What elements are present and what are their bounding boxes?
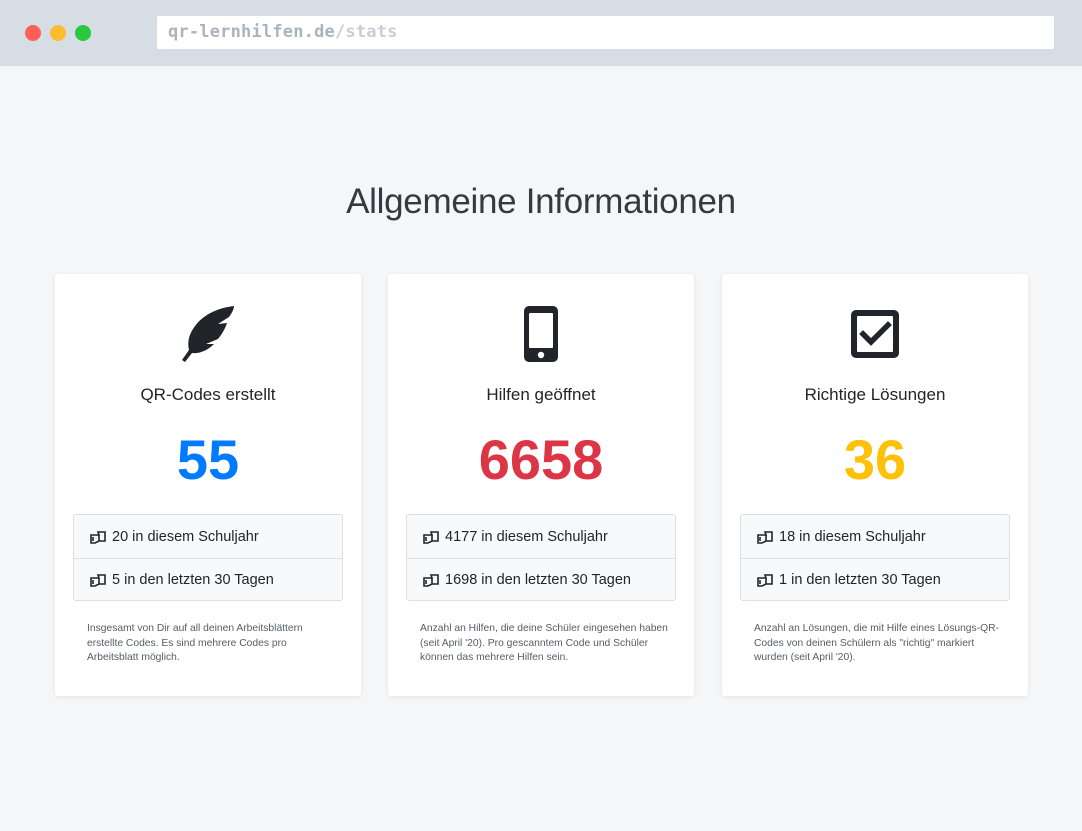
card-title: Richtige Lösungen [804, 385, 946, 404]
address-bar[interactable]: qr-lernhilfen.de/stats [157, 16, 1054, 49]
list-item: 4177 in diesem Schuljahr [407, 515, 675, 558]
card-title: Hilfen geöffnet [486, 385, 596, 404]
list-item-text: 1698 in den letzten 30 Tagen [445, 572, 631, 588]
url-path: /stats [334, 22, 398, 42]
list-item-text: 4177 in diesem Schuljahr [445, 528, 608, 545]
feather-icon [55, 304, 361, 364]
list-item: 18 in diesem Schuljahr [741, 515, 1009, 558]
stat-card-loesungen: Richtige Lösungen 36 18 in diesem Schulj… [722, 274, 1028, 696]
card-title: QR-Codes erstellt [140, 385, 276, 404]
list-item-text: 5 in den letzten 30 Tagen [112, 572, 274, 588]
hand-pointer-icon [90, 530, 106, 544]
card-value: 55 [176, 428, 240, 491]
hand-pointer-icon [423, 574, 439, 587]
hand-pointer-icon [423, 530, 439, 544]
hand-pointer-icon [90, 574, 106, 587]
hand-pointer-icon [757, 530, 773, 544]
hand-pointer-icon [757, 574, 773, 587]
card-description: Insgesamt von Dir auf all deinen Arbeits… [87, 623, 303, 663]
list-item: 5 in den letzten 30 Tagen [74, 558, 342, 601]
check-square-icon [722, 304, 1028, 364]
card-description: Anzahl an Hilfen, die deine Schüler eing… [420, 623, 668, 663]
window-minimize-button[interactable] [50, 25, 66, 41]
card-description: Anzahl an Lösungen, die mit Hilfe eines … [754, 623, 999, 663]
mobile-phone-icon [388, 304, 694, 364]
stat-list: 18 in diesem Schuljahr 1 in den letzten … [740, 514, 1010, 601]
list-item-text: 18 in diesem Schuljahr [779, 528, 926, 545]
card-value: 6658 [478, 428, 604, 491]
url-domain: qr-lernhilfen.de [168, 22, 335, 42]
list-item-text: 1 in den letzten 30 Tagen [779, 572, 941, 588]
list-item: 1 in den letzten 30 Tagen [741, 558, 1009, 601]
list-item-text: 20 in diesem Schuljahr [112, 528, 259, 545]
list-item: 20 in diesem Schuljahr [74, 515, 342, 558]
stat-card-hilfen: Hilfen geöffnet 6658 4177 in diesem Schu… [388, 274, 694, 696]
card-value: 36 [843, 428, 907, 491]
stat-list: 4177 in diesem Schuljahr 1698 in den let… [406, 514, 676, 601]
window-maximize-button[interactable] [75, 25, 91, 41]
list-item: 1698 in den letzten 30 Tagen [407, 558, 675, 601]
stat-card-qr-codes: QR-Codes erstellt 55 20 in diesem Schulj… [55, 274, 361, 696]
browser-toolbar: qr-lernhilfen.de/stats [0, 0, 1082, 66]
stat-list: 20 in diesem Schuljahr 5 in den letzten … [73, 514, 343, 601]
window-close-button[interactable] [25, 25, 41, 41]
page-title: Allgemeine Informationen [346, 182, 736, 221]
